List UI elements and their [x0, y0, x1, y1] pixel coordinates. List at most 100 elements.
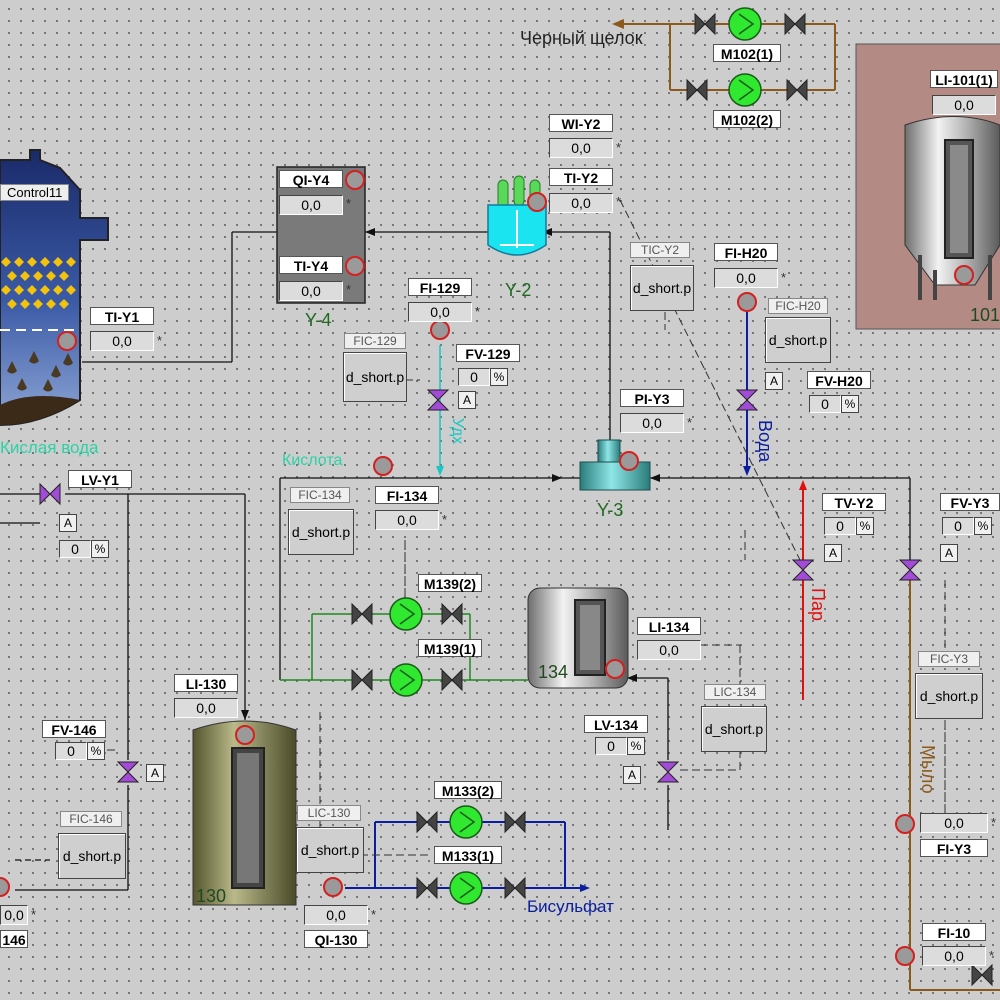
tiy4-tag[interactable]: TI-Y4	[279, 256, 343, 274]
fv129-tag[interactable]: FV-129	[456, 344, 520, 362]
sensor-qiy4[interactable]	[345, 170, 365, 190]
valve-m133-1-in[interactable]	[416, 876, 438, 900]
tiy1-tag[interactable]: TI-Y1	[90, 307, 154, 325]
valve-lv134[interactable]	[656, 761, 680, 783]
sensor-fih20[interactable]	[737, 292, 757, 312]
fi134-star: *	[442, 512, 448, 527]
m139-2-tag[interactable]: M139(2)	[418, 574, 482, 592]
valve-m139-1-out[interactable]	[441, 668, 463, 692]
control11-label[interactable]: Control11	[0, 184, 70, 201]
valve-fv129[interactable]	[426, 389, 450, 411]
qiy4-tag[interactable]: QI-Y4	[279, 170, 343, 188]
sensor-tiy4[interactable]	[345, 256, 365, 276]
tic-y2-controller[interactable]: d_short.p	[630, 265, 694, 311]
lic134-tag[interactable]: LIC-134	[704, 684, 766, 700]
m133-1-tag[interactable]: M133(1)	[434, 846, 502, 864]
tvy2-tag[interactable]: TV-Y2	[822, 493, 886, 511]
sensor-fi129[interactable]	[430, 320, 450, 340]
sensor-li134[interactable]	[605, 659, 625, 679]
sensor-fiy3[interactable]	[895, 814, 915, 834]
tic-y2-tag[interactable]: TIC-Y2	[630, 242, 690, 258]
m139-1-tag[interactable]: M139(1)	[418, 639, 482, 657]
li130-tag[interactable]: LI-130	[174, 674, 238, 692]
valve-m139-2-in[interactable]	[351, 602, 373, 626]
fi134-tag[interactable]: FI-134	[375, 486, 439, 504]
fv129-auto[interactable]: A	[458, 391, 476, 409]
li134-tag[interactable]: LI-134	[637, 617, 701, 635]
valve-m139-1-in[interactable]	[351, 668, 373, 692]
lic130-tag[interactable]: LIC-130	[297, 805, 361, 821]
fv146-auto[interactable]: A	[146, 764, 164, 782]
fiy3-tag[interactable]: FI-Y3	[920, 839, 988, 857]
fv146-tag[interactable]: FV-146	[42, 720, 106, 738]
fic146-controller[interactable]: d_short.p	[58, 833, 126, 879]
lic130-controller[interactable]: d_short.p	[296, 827, 364, 873]
sensor-acid[interactable]	[373, 456, 393, 476]
fi129-star: *	[475, 304, 481, 319]
fih20-tag[interactable]: FI-H20	[714, 243, 778, 261]
piy3-tag[interactable]: PI-Y3	[620, 389, 684, 407]
sensor-fi146[interactable]	[0, 877, 10, 897]
m102-1-tag[interactable]: M102(1)	[713, 44, 781, 62]
pump-m102-1[interactable]	[728, 7, 762, 41]
pump-m139-1[interactable]	[389, 663, 423, 697]
valve-m102-1-out[interactable]	[784, 12, 806, 36]
fih20-star: *	[781, 270, 787, 285]
fic-h20-controller[interactable]: d_short.p	[765, 317, 831, 363]
valve-m102-2-out[interactable]	[786, 78, 808, 102]
tank-134-label: 134	[538, 662, 569, 682]
pump-m102-2[interactable]	[728, 73, 762, 107]
tvy2-auto[interactable]: A	[824, 544, 842, 562]
valve-m102-1-in[interactable]	[694, 12, 716, 36]
fic-y3-tag[interactable]: FIC-Y3	[918, 651, 980, 667]
fic-h20-tag[interactable]: FIC-H20	[768, 298, 828, 314]
lv134-auto[interactable]: A	[623, 766, 641, 784]
fic129-tag[interactable]: FIC-129	[344, 333, 406, 349]
sensor-tiy2[interactable]	[527, 192, 547, 212]
m133-2-tag[interactable]: M133(2)	[434, 781, 502, 799]
pump-m133-1[interactable]	[449, 871, 483, 905]
fvy3-auto[interactable]: A	[940, 544, 958, 562]
lv134-tag[interactable]: LV-134	[584, 715, 648, 733]
pump-m139-2[interactable]	[389, 597, 423, 631]
wiy2-tag[interactable]: WI-Y2	[549, 114, 613, 132]
fvh20-auto[interactable]: A	[765, 372, 783, 390]
fi146-tag[interactable]: 146	[0, 930, 28, 948]
lic134-controller[interactable]: d_short.p	[701, 706, 767, 752]
sensor-fi10[interactable]	[895, 946, 915, 966]
fic134-tag[interactable]: FIC-134	[290, 487, 350, 503]
fic-y3-controller[interactable]: d_short.p	[915, 673, 983, 719]
lvy1-auto[interactable]: A	[59, 514, 77, 532]
fic146-tag[interactable]: FIC-146	[60, 811, 122, 827]
valve-m102-2-in[interactable]	[686, 78, 708, 102]
tvy2-value: 0	[824, 517, 856, 535]
sensor-li130[interactable]	[235, 725, 255, 745]
valve-m133-2-in[interactable]	[416, 810, 438, 834]
qi130-value: 0,0	[304, 905, 368, 925]
m102-2-tag[interactable]: M102(2)	[713, 110, 781, 128]
sensor-piy3[interactable]	[619, 451, 639, 471]
fvy3-tag[interactable]: FV-Y3	[940, 493, 1000, 511]
valve-lvy1[interactable]	[39, 482, 61, 506]
lvy1-tag[interactable]: LV-Y1	[68, 470, 132, 488]
fic129-controller[interactable]: d_short.p	[343, 352, 407, 402]
fic134-controller[interactable]: d_short.p	[288, 509, 354, 555]
sensor-li101[interactable]	[954, 265, 974, 285]
valve-fvy3[interactable]	[898, 559, 922, 581]
valve-fv146[interactable]	[116, 761, 140, 783]
sensor-qi130[interactable]	[323, 877, 343, 897]
qi130-tag[interactable]: QI-130	[304, 930, 368, 948]
valve-tvy2[interactable]	[791, 559, 815, 581]
fvh20-tag[interactable]: FV-H20	[807, 371, 871, 389]
valve-fvh20[interactable]	[735, 389, 759, 411]
li101-tag[interactable]: LI-101(1)	[930, 70, 998, 88]
fi129-tag[interactable]: FI-129	[408, 278, 472, 296]
fi10-tag[interactable]: FI-10	[922, 923, 986, 941]
tiy2-tag[interactable]: TI-Y2	[549, 168, 613, 186]
pump-m133-2[interactable]	[449, 805, 483, 839]
sensor-tiy1[interactable]	[57, 331, 77, 351]
valve-fi10[interactable]	[971, 963, 993, 987]
valve-m133-1-out[interactable]	[504, 876, 526, 900]
valve-m133-2-out[interactable]	[504, 810, 526, 834]
valve-m139-2-out[interactable]	[441, 602, 463, 626]
